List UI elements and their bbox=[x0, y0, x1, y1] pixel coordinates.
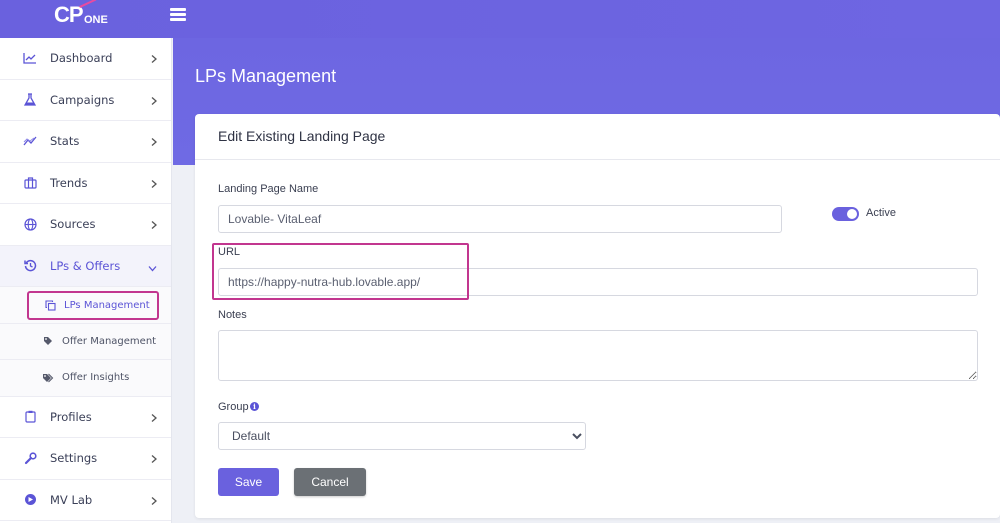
sidebar-subitem-label: Offer Management bbox=[62, 335, 157, 347]
globe-icon bbox=[22, 216, 38, 232]
group-select[interactable]: Default bbox=[218, 422, 586, 450]
sidebar-item-label: MV Lab bbox=[50, 492, 93, 507]
sidebar-item-stats[interactable]: Stats bbox=[0, 121, 171, 163]
save-button[interactable]: Save bbox=[218, 468, 279, 496]
tags-icon bbox=[42, 372, 54, 384]
chevron-down-icon bbox=[148, 256, 157, 275]
wrench-icon bbox=[22, 450, 38, 466]
chevron-right-icon bbox=[151, 173, 157, 192]
toggle-knob bbox=[847, 209, 857, 219]
chevron-right-icon bbox=[151, 407, 157, 426]
sidebar-item-campaigns[interactable]: Campaigns bbox=[0, 80, 171, 121]
sidebar-item-label: Campaigns bbox=[50, 92, 115, 107]
chevron-right-icon bbox=[151, 90, 157, 109]
history-icon bbox=[22, 258, 38, 274]
notes-label: Notes bbox=[218, 309, 247, 321]
sidebar-item-label: Dashboard bbox=[50, 51, 113, 66]
sidebar-item-label: Stats bbox=[50, 134, 80, 149]
landing-page-name-input[interactable] bbox=[218, 205, 782, 233]
briefcase-icon bbox=[22, 175, 38, 191]
sidebar-subitem-offer-insights[interactable]: Offer Insights bbox=[0, 360, 171, 397]
trend-icon bbox=[22, 133, 38, 149]
compass-icon bbox=[22, 492, 38, 508]
sidebar-item-label: Sources bbox=[50, 217, 96, 232]
page-title: LPs Management bbox=[195, 66, 337, 86]
sidebar-item-sources[interactable]: Sources bbox=[0, 204, 171, 246]
logo[interactable]: CP ONE bbox=[54, 0, 124, 32]
notes-textarea[interactable] bbox=[218, 330, 978, 381]
menu-toggle-icon[interactable] bbox=[170, 8, 186, 22]
sidebar-item-label: LPs & Offers bbox=[50, 258, 121, 273]
chevron-right-icon bbox=[151, 490, 157, 509]
sidebar-item-label: Profiles bbox=[50, 409, 92, 424]
sidebar-item-trends[interactable]: Trends bbox=[0, 163, 171, 204]
top-bar: CP ONE bbox=[0, 0, 1000, 38]
active-toggle[interactable] bbox=[832, 207, 859, 221]
sidebar-subitem-lps-management[interactable]: LPs Management bbox=[0, 287, 171, 324]
url-label: URL bbox=[218, 246, 241, 258]
edit-landing-page-card: Edit Existing Landing Page bbox=[195, 114, 1000, 518]
chevron-right-icon bbox=[151, 449, 157, 468]
sidebar-item-label: Settings bbox=[50, 451, 98, 466]
sidebar-subitem-label: Offer Insights bbox=[62, 372, 130, 384]
highlight-box: LPs Management bbox=[27, 291, 159, 320]
sidebar: Dashboard Campaigns Stats Trends Sources bbox=[0, 38, 172, 523]
card-title: Edit Existing Landing Page bbox=[218, 128, 386, 144]
group-label: Group bbox=[218, 401, 249, 413]
active-label: Active bbox=[866, 207, 896, 219]
logo-subtext: ONE bbox=[84, 14, 108, 26]
sidebar-item-dashboard[interactable]: Dashboard bbox=[0, 38, 171, 80]
chevron-right-icon bbox=[151, 132, 157, 151]
copy-icon bbox=[44, 300, 56, 312]
chevron-right-icon bbox=[151, 49, 157, 68]
sidebar-subitem-offer-management[interactable]: Offer Management bbox=[0, 323, 171, 360]
chevron-right-icon bbox=[151, 215, 157, 234]
chart-line-icon bbox=[22, 50, 38, 66]
url-input[interactable] bbox=[218, 268, 978, 296]
sidebar-item-label: Trends bbox=[50, 175, 88, 190]
sidebar-item-lps-offers[interactable]: LPs & Offers bbox=[0, 245, 171, 287]
sidebar-item-profiles[interactable]: Profiles bbox=[0, 397, 171, 438]
sidebar-subitem-label: LPs Management bbox=[64, 300, 150, 311]
landing-page-name-label: Landing Page Name bbox=[218, 183, 319, 195]
sidebar-item-mv-lab[interactable]: MV Lab bbox=[0, 480, 171, 521]
tag-icon bbox=[42, 335, 54, 347]
card-header: Edit Existing Landing Page bbox=[195, 114, 1000, 160]
cancel-button[interactable]: Cancel bbox=[294, 468, 366, 496]
sidebar-item-settings[interactable]: Settings bbox=[0, 438, 171, 480]
info-icon[interactable]: i bbox=[250, 402, 259, 411]
clipboard-icon bbox=[22, 409, 38, 425]
flask-icon bbox=[22, 92, 38, 108]
